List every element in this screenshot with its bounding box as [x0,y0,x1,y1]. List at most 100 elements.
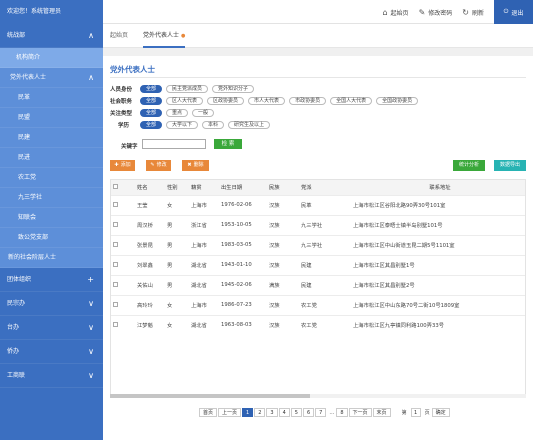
sidebar-item-org-intro[interactable]: 机构简介 [0,48,103,68]
edit-label: 修改 [156,162,167,168]
page-button[interactable]: 3 [266,408,278,417]
sidebar-item-minjian[interactable]: 民建 [0,128,103,148]
sidebar-item-minge[interactable]: 民革 [0,88,103,108]
sidebar-group-commerce-federation[interactable]: 工商联 ∨ [0,364,103,388]
page-button[interactable]: 6 [302,408,315,417]
table-row[interactable]: 周汉桥 男 浙江省 1953-10-05 汉族 九三学社 上海市松江区泰晤士镇半岛别墅101… [111,215,525,235]
table-row[interactable]: 江梦魁 女 湖北省 1963-08-03 汉族 农工党 上海市松江区九亭镇同利路100弄33… [111,315,525,335]
sidebar-group-overseas-office[interactable]: 侨办 ∨ [0,340,103,364]
sidebar-item-jiusan[interactable]: 九三学社 [0,188,103,208]
column-header[interactable]: 党派 [299,180,351,195]
filter-chip[interactable]: 党外知识分子 [212,85,255,93]
filter-chip[interactable]: 市人大代表 [248,97,286,105]
filter-chip[interactable]: 全国人大代表 [330,97,373,105]
column-header[interactable]: 出生日期 [219,180,267,195]
row-checkbox[interactable] [111,295,135,315]
row-checkbox[interactable] [111,275,135,295]
filter-chip[interactable]: 研究生及以上 [228,121,271,129]
row-checkbox[interactable] [111,255,135,275]
filter-chip[interactable]: 本科 [202,121,225,129]
page-button[interactable]: 4 [278,408,290,417]
sidebar-item-zhilian[interactable]: 知联会 [0,208,103,228]
tab-home[interactable]: 起始页 [110,24,128,48]
page-button[interactable]: 2 [254,408,266,417]
table-cell: 汉族 [269,203,280,209]
row-checkbox[interactable] [111,235,135,255]
table-cell: 周汉桥 [137,223,153,229]
prev-page-button[interactable]: 上一页 [218,408,242,417]
chevron-down-icon: ∨ [88,299,94,308]
page-button[interactable]: 1 [242,408,254,417]
goto-page-input[interactable]: 1 [410,408,421,417]
pager-ellipsis: … [329,409,335,416]
select-all-checkbox[interactable] [111,180,135,195]
scrollbar-thumb[interactable] [110,394,310,398]
stats-button[interactable]: 统计分析 [453,160,485,171]
filter-chip[interactable]: 大学以下 [166,121,199,129]
table-cell: 九三学社 [301,243,323,249]
column-header[interactable]: 籍贯 [189,180,219,195]
table-row[interactable]: 关佑山 男 湖北省 1945-02-06 满族 民建 上海市松江区其昌别墅2号 [111,275,525,295]
column-header[interactable]: 民族 [267,180,299,195]
next-page-button[interactable]: 下一页 [348,408,372,417]
close-tab-icon[interactable]: ● [181,33,185,39]
logout-button[interactable]: ⏻ 退出 [494,0,533,24]
table-row[interactable]: 张景昆 男 上海市 1983-03-05 汉族 九三学社 上海市松江区中山街道玉昆二期5号1… [111,235,525,255]
sidebar-group-organizations[interactable]: 团体组织 + [0,268,103,292]
row-checkbox[interactable] [111,315,135,335]
table-cell: 1963-08-03 [221,322,252,329]
column-header[interactable]: 性别 [165,180,189,195]
filter-chip[interactable]: 区政协委员 [207,97,245,105]
sidebar-group-taiwan-office[interactable]: 台办 ∨ [0,316,103,340]
last-page-button[interactable]: 末页 [372,408,391,417]
filter-chip[interactable]: 民主党派成员 [166,85,209,93]
tab-non-party-reps[interactable]: 党外代表人士 ● [143,24,186,48]
goto-confirm-button[interactable]: 确定 [431,408,450,417]
add-button[interactable]: ✚ 添加 [110,160,135,171]
search-button[interactable]: 检 索 [214,139,242,149]
filter-chip[interactable]: 市政协委员 [289,97,327,105]
home-link[interactable]: ⌂ 起始页 [382,8,408,17]
top-actions: ⌂ 起始页 ✎ 修改密码 ↻ 刷新 ⏻ 退出 [382,0,533,24]
page-button[interactable]: 5 [290,408,302,417]
export-button[interactable]: 数据导出 [494,160,526,171]
filter-chip[interactable]: 全国政协委员 [376,97,419,105]
change-password-link[interactable]: ✎ 修改密码 [419,8,453,17]
sidebar-item-zhigong[interactable]: 致公党支部 [0,228,103,248]
column-header[interactable]: 姓名 [135,180,165,195]
keyword-input[interactable] [142,139,206,149]
filter-chip[interactable]: 区人大代表 [166,97,204,105]
delete-button[interactable]: ✖ 删除 [182,160,209,171]
filter-chip[interactable]: 全部 [140,121,163,129]
table-row[interactable]: 刘翠鑫 男 湖北省 1943-01-10 汉族 民建 上海市松江区其昌别墅1号 [111,255,525,275]
table-cell: 男 [167,263,173,269]
column-header[interactable]: 联系地址 [351,180,525,195]
sidebar-item-label: 工商联 [7,372,26,379]
refresh-icon: ↻ [462,7,469,17]
sidebar-item-nonggong[interactable]: 农工党 [0,168,103,188]
table-row[interactable]: 高玲玲 女 上海市 1986-07-23 汉族 农工党 上海市松江区中山东路70号二街10号… [111,295,525,315]
edit-button[interactable]: ✎ 修改 [146,160,171,171]
sidebar-item-minmeng[interactable]: 民盟 [0,108,103,128]
filter-chip[interactable]: 重点 [166,109,189,117]
sidebar-item-label: 团体组织 [7,276,32,283]
table-cell: 高玲玲 [137,303,153,309]
filter-chip[interactable]: 全部 [140,85,163,93]
horizontal-scrollbar[interactable] [110,394,526,398]
sidebar-item-new-social-class[interactable]: 新的社会阶层人士 [0,248,103,268]
filter-chip[interactable]: 全部 [140,109,163,117]
page-button[interactable]: 7 [315,408,327,417]
page-button[interactable]: 8 [336,408,348,417]
filter-chip[interactable]: 全部 [140,97,163,105]
sidebar-group-united-front[interactable]: 统战部 ∧ [0,24,103,48]
table-row[interactable]: 王莹 女 上海市 1976-02-06 汉族 民革 上海市松江区谷阳北路90弄30号101室 [111,195,525,215]
sidebar-item-minjin[interactable]: 民进 [0,148,103,168]
filter-chip[interactable]: 一般 [192,109,215,117]
first-page-button[interactable]: 首页 [199,408,218,417]
filter-label: 社会职务 [110,99,133,105]
row-checkbox[interactable] [111,215,135,235]
refresh-link[interactable]: ↻ 刷新 [462,8,484,17]
row-checkbox[interactable] [111,195,135,215]
sidebar-item-non-party-reps[interactable]: 党外代表人士 ∧ [0,68,103,88]
sidebar-group-ethnic-religious[interactable]: 民宗办 ∨ [0,292,103,316]
